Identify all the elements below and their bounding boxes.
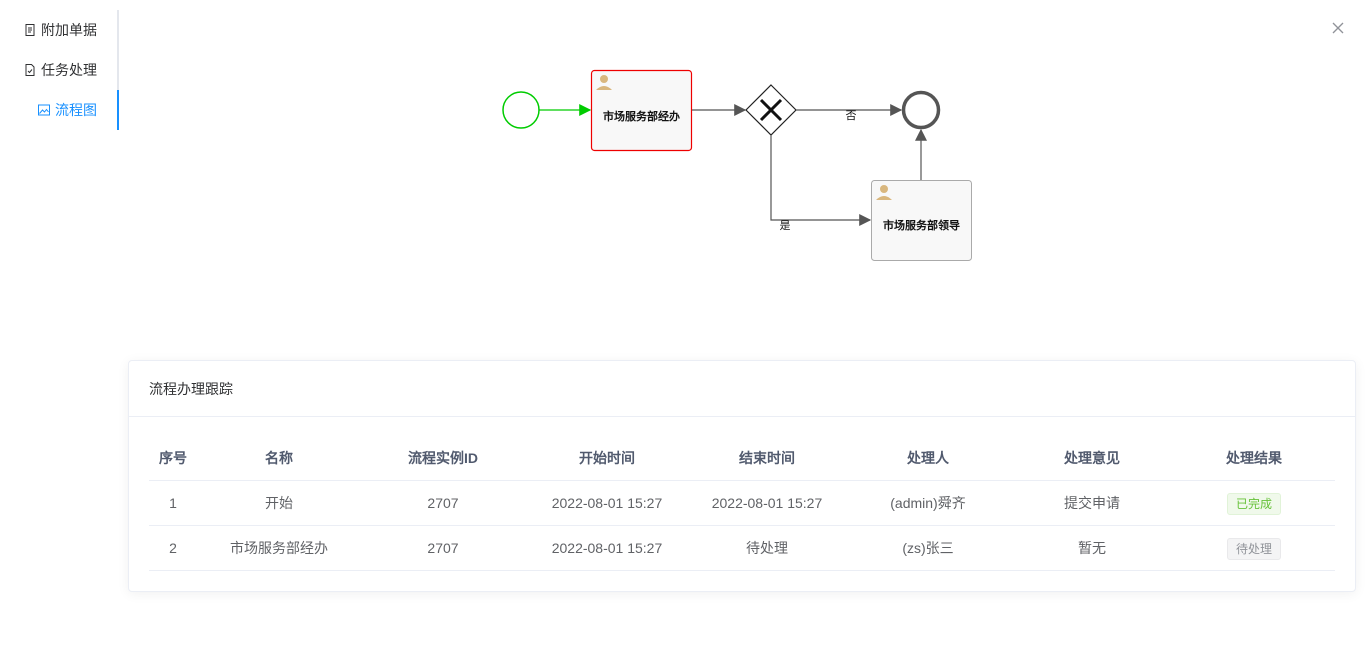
tracking-table: 序号 名称 流程实例ID 开始时间 结束时间 处理人 处理意见 处理结果 1 开… — [149, 436, 1335, 571]
column-header: 处理人 — [907, 450, 949, 466]
row-result: 已完成 — [1173, 481, 1335, 526]
column-header: 处理意见 — [1064, 450, 1120, 466]
table-row: 1 开始 2707 2022-08-01 15:27 2022-08-01 15… — [149, 481, 1335, 526]
column-header: 开始时间 — [579, 450, 635, 466]
row-opinion: 暂无 — [1078, 540, 1106, 556]
flow-gateway-to-task2 — [770, 135, 872, 226]
exclusive-gateway[interactable] — [745, 84, 797, 136]
table-row: 2 市场服务部经办 2707 2022-08-01 15:27 待处理 (zs)… — [149, 526, 1335, 571]
row-handler: (zs)张三 — [902, 540, 954, 556]
process-tracking-card: 流程办理跟踪 序号 名称 流程实例ID 开始时间 结束时间 处理人 处理意见 处… — [128, 360, 1356, 592]
process-diagram: 市场服务部经办 否 是 市场服务部领导 — [502, 69, 972, 261]
end-event[interactable] — [901, 90, 941, 130]
task1-label: 市场服务部经办 — [603, 109, 680, 123]
card-title: 流程办理跟踪 — [129, 361, 1355, 417]
row-index: 1 — [169, 495, 177, 511]
row-start-time: 2022-08-01 15:27 — [551, 540, 663, 556]
column-header: 流程实例ID — [408, 450, 478, 466]
row-end-time: 2022-08-01 15:27 — [711, 495, 823, 511]
row-result: 待处理 — [1173, 526, 1335, 571]
row-instance-id: 2707 — [427, 540, 459, 556]
column-header: 结束时间 — [739, 450, 795, 466]
row-opinion: 提交申请 — [1064, 495, 1120, 511]
table-header-row: 序号 名称 流程实例ID 开始时间 结束时间 处理人 处理意见 处理结果 — [149, 436, 1335, 481]
column-header: 名称 — [265, 450, 293, 466]
task-market-service-handler[interactable]: 市场服务部经办 — [590, 69, 693, 152]
status-badge: 待处理 — [1226, 538, 1281, 561]
row-index: 2 — [169, 540, 177, 556]
column-header: 序号 — [159, 450, 187, 466]
row-instance-id: 2707 — [427, 495, 459, 511]
row-start-time: 2022-08-01 15:27 — [551, 495, 663, 511]
row-name: 开始 — [265, 495, 293, 511]
task-market-service-leader[interactable]: 市场服务部领导 — [871, 180, 972, 261]
row-handler: (admin)舜齐 — [890, 495, 966, 511]
flow-yes-label: 是 — [780, 219, 791, 232]
row-name: 市场服务部经办 — [230, 540, 328, 556]
flow-no-label: 否 — [846, 109, 857, 122]
status-badge: 已完成 — [1226, 493, 1281, 516]
row-end-time: 待处理 — [746, 540, 788, 556]
column-header: 处理结果 — [1226, 450, 1282, 466]
task2-label: 市场服务部领导 — [883, 218, 960, 232]
start-event[interactable] — [502, 91, 540, 129]
